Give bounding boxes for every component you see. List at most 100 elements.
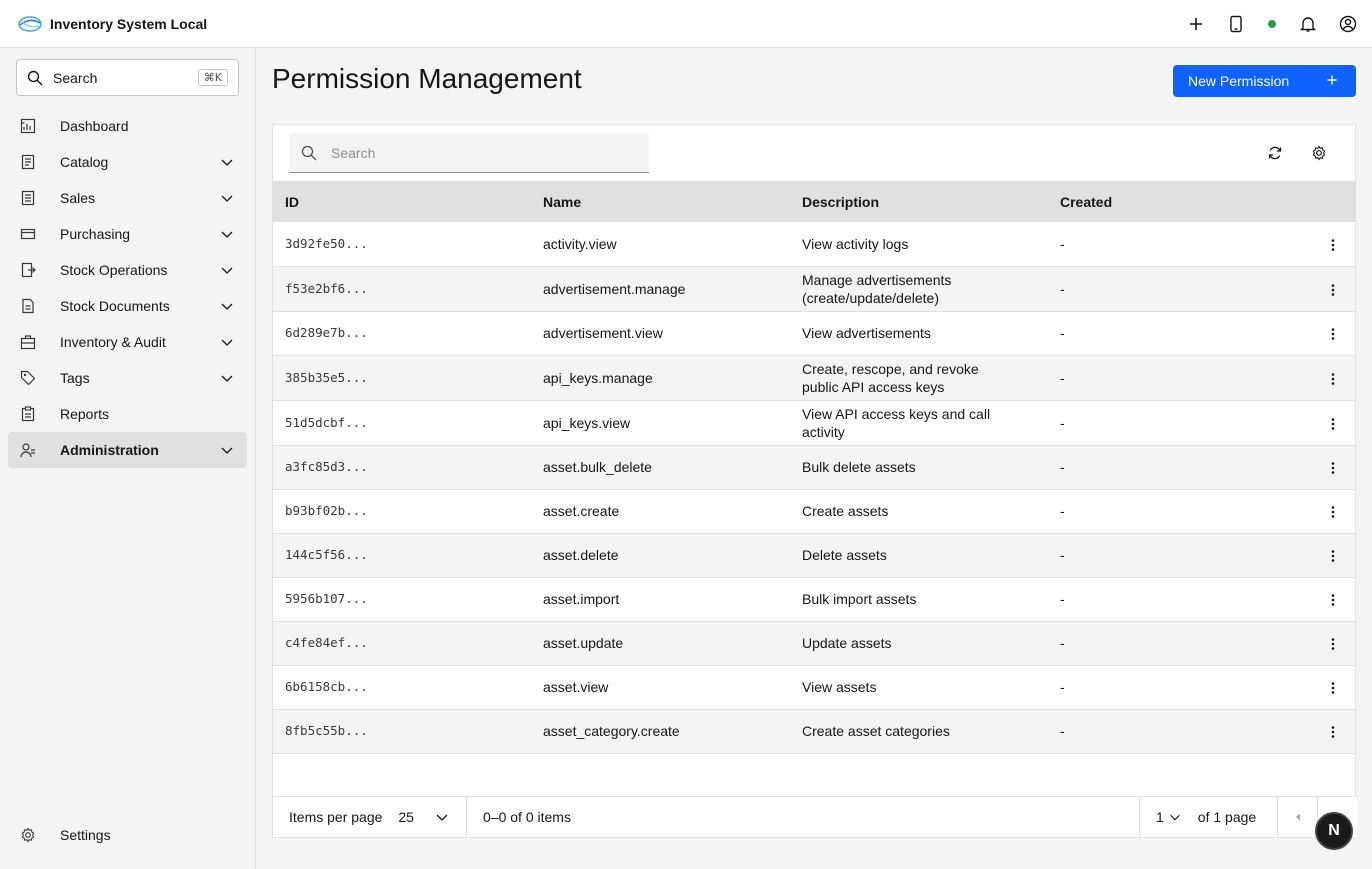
page-count: of 1 page: [1197, 809, 1257, 825]
column-header-created[interactable]: Created: [1048, 182, 1311, 222]
column-header-description[interactable]: Description: [790, 182, 1048, 222]
table-row[interactable]: c4fe84ef... asset.update Update assets -: [273, 621, 1355, 665]
stock-operations-icon: [20, 262, 36, 278]
sidebar-item-sales[interactable]: Sales: [8, 180, 247, 216]
row-overflow-menu-button[interactable]: [1311, 445, 1355, 489]
table-row[interactable]: a1aa0c8b...asset_category.deleteDelete a…: [273, 753, 1355, 756]
cell-description: Create assets: [802, 503, 889, 519]
sidebar-item-administration[interactable]: Administration: [8, 432, 247, 468]
row-overflow-menu-button[interactable]: [1311, 311, 1355, 355]
cell-id: 3d92fe50...: [285, 235, 368, 251]
cell-description: Bulk import assets: [802, 591, 917, 607]
table-row[interactable]: 6b6158cb... asset.view View assets -: [273, 665, 1355, 709]
sidebar-item-label: Purchasing: [60, 226, 131, 242]
page-select[interactable]: 1: [1156, 809, 1164, 825]
cell-created: -: [1060, 235, 1065, 252]
table-row[interactable]: 3d92fe50... activity.view View activity lo…: [273, 222, 1355, 266]
cell-created: -: [1048, 753, 1311, 756]
permissions-table-container: ID Name Description Created 3d92fe50... a…: [272, 124, 1357, 838]
row-overflow-menu-button[interactable]: [1311, 621, 1355, 665]
sidebar-item-catalog[interactable]: Catalog: [8, 144, 247, 180]
row-overflow-menu-button[interactable]: [1311, 489, 1355, 533]
cell-id: b93bf02b...: [285, 503, 368, 518]
cell-id: 6d289e7b...: [285, 325, 368, 340]
cell-created: -: [1060, 591, 1065, 607]
user-avatar-icon[interactable]: [1328, 0, 1368, 48]
sidebar-search-input[interactable]: Search ⌘K: [16, 59, 239, 96]
table-row[interactable]: a3fc85d3... asset.bulk_delete Bulk delete …: [273, 445, 1355, 489]
overflow-menu-vertical-icon: [1331, 550, 1335, 562]
status-dot: [1268, 20, 1276, 28]
notification-icon[interactable]: [1288, 0, 1328, 48]
new-permission-label: New Permission: [1188, 73, 1290, 89]
cell-created: -: [1060, 414, 1065, 431]
overflow-menu-vertical-icon: [1331, 283, 1335, 296]
new-permission-button[interactable]: New Permission: [1173, 65, 1356, 97]
sidebar-item-inventory-audit[interactable]: Inventory & Audit: [8, 324, 247, 360]
chevron-down-icon: [221, 375, 233, 382]
nextjs-dev-badge[interactable]: N: [1315, 812, 1353, 850]
row-overflow-menu-button[interactable]: [1311, 222, 1355, 266]
mobile-icon[interactable]: [1216, 0, 1256, 48]
sidebar-item-label: Settings: [60, 827, 111, 843]
chevron-down-icon[interactable]: [1168, 810, 1182, 824]
row-overflow-menu-button[interactable]: [1311, 753, 1355, 756]
sidebar-item-tags[interactable]: Tags: [8, 360, 247, 396]
add-icon[interactable]: [1176, 0, 1216, 48]
sidebar-item-purchasing[interactable]: Purchasing: [8, 216, 247, 252]
row-overflow-menu-button[interactable]: [1311, 400, 1355, 445]
cell-created: -: [1060, 369, 1065, 386]
chevron-down-icon: [221, 231, 233, 238]
items-per-page-select[interactable]: 25: [398, 809, 414, 825]
table-row[interactable]: 5956b107... asset.import Bulk import asset…: [273, 577, 1355, 621]
cell-description: Delete assets: [802, 547, 887, 563]
refresh-icon: [1268, 146, 1282, 160]
app-title[interactable]: Inventory System Local: [50, 16, 207, 32]
status-indicator[interactable]: [1256, 0, 1288, 48]
row-overflow-menu-button[interactable]: [1311, 355, 1355, 400]
chevron-down-icon[interactable]: [434, 809, 450, 825]
table-search[interactable]: [289, 133, 649, 173]
column-header-actions: [1311, 182, 1355, 222]
cell-description: Delete asset categories: [790, 753, 1048, 756]
sidebar-item-dashboard[interactable]: Dashboard: [8, 108, 247, 144]
sidebar-item-stock-documents[interactable]: Stock Documents: [8, 288, 247, 324]
table-row[interactable]: 51d5dcbf... api_keys.view View API access …: [273, 400, 1355, 445]
table-row[interactable]: b93bf02b... asset.create Create assets -: [273, 489, 1355, 533]
chevron-down-icon: [221, 159, 233, 166]
cell-created: -: [1060, 459, 1065, 475]
permissions-table: ID Name Description Created 3d92fe50... a…: [273, 182, 1355, 756]
sidebar-item-label: Administration: [60, 442, 159, 458]
table-settings-button[interactable]: [1299, 133, 1339, 173]
previous-page-button[interactable]: [1277, 796, 1317, 838]
app-logo[interactable]: [17, 11, 43, 37]
table-row[interactable]: 8fb5c55b... asset_category.create Create a…: [273, 709, 1355, 753]
sidebar-item-stock-operations[interactable]: Stock Operations: [8, 252, 247, 288]
table-scroll-area[interactable]: ID Name Description Created 3d92fe50... a…: [273, 182, 1355, 756]
row-overflow-menu-button[interactable]: [1311, 665, 1355, 709]
table-row[interactable]: 144c5f56... asset.delete Delete assets -: [273, 533, 1355, 577]
table-row[interactable]: 385b35e5... api_keys.manage Create, rescop…: [273, 355, 1355, 400]
overflow-menu-vertical-icon: [1331, 682, 1335, 694]
cell-id: a3fc85d3...: [285, 459, 368, 474]
refresh-button[interactable]: [1255, 133, 1295, 173]
cell-id: 51d5dcbf...: [285, 414, 368, 430]
row-overflow-menu-button[interactable]: [1311, 577, 1355, 621]
sidebar-item-reports[interactable]: Reports: [8, 396, 247, 432]
table-row[interactable]: 6d289e7b... advertisement.view View advert…: [273, 311, 1355, 355]
row-overflow-menu-button[interactable]: [1311, 709, 1355, 753]
cell-created: -: [1060, 547, 1065, 563]
cell-created: -: [1060, 503, 1065, 519]
sidebar-item-label: Reports: [60, 406, 110, 422]
table-search-input[interactable]: [331, 144, 631, 161]
cell-description: View activity logs: [802, 235, 909, 252]
row-overflow-menu-button[interactable]: [1311, 266, 1355, 311]
chevron-down-icon: [221, 303, 233, 310]
row-overflow-menu-button[interactable]: [1311, 533, 1355, 577]
table-row[interactable]: f53e2bf6... advertisement.manage Manage ad…: [273, 266, 1355, 311]
column-header-id[interactable]: ID: [273, 182, 531, 222]
cell-id: 6b6158cb...: [285, 679, 368, 694]
sidebar-item-settings[interactable]: Settings: [8, 817, 247, 853]
purchasing-icon: [20, 226, 36, 242]
column-header-name[interactable]: Name: [531, 182, 790, 222]
